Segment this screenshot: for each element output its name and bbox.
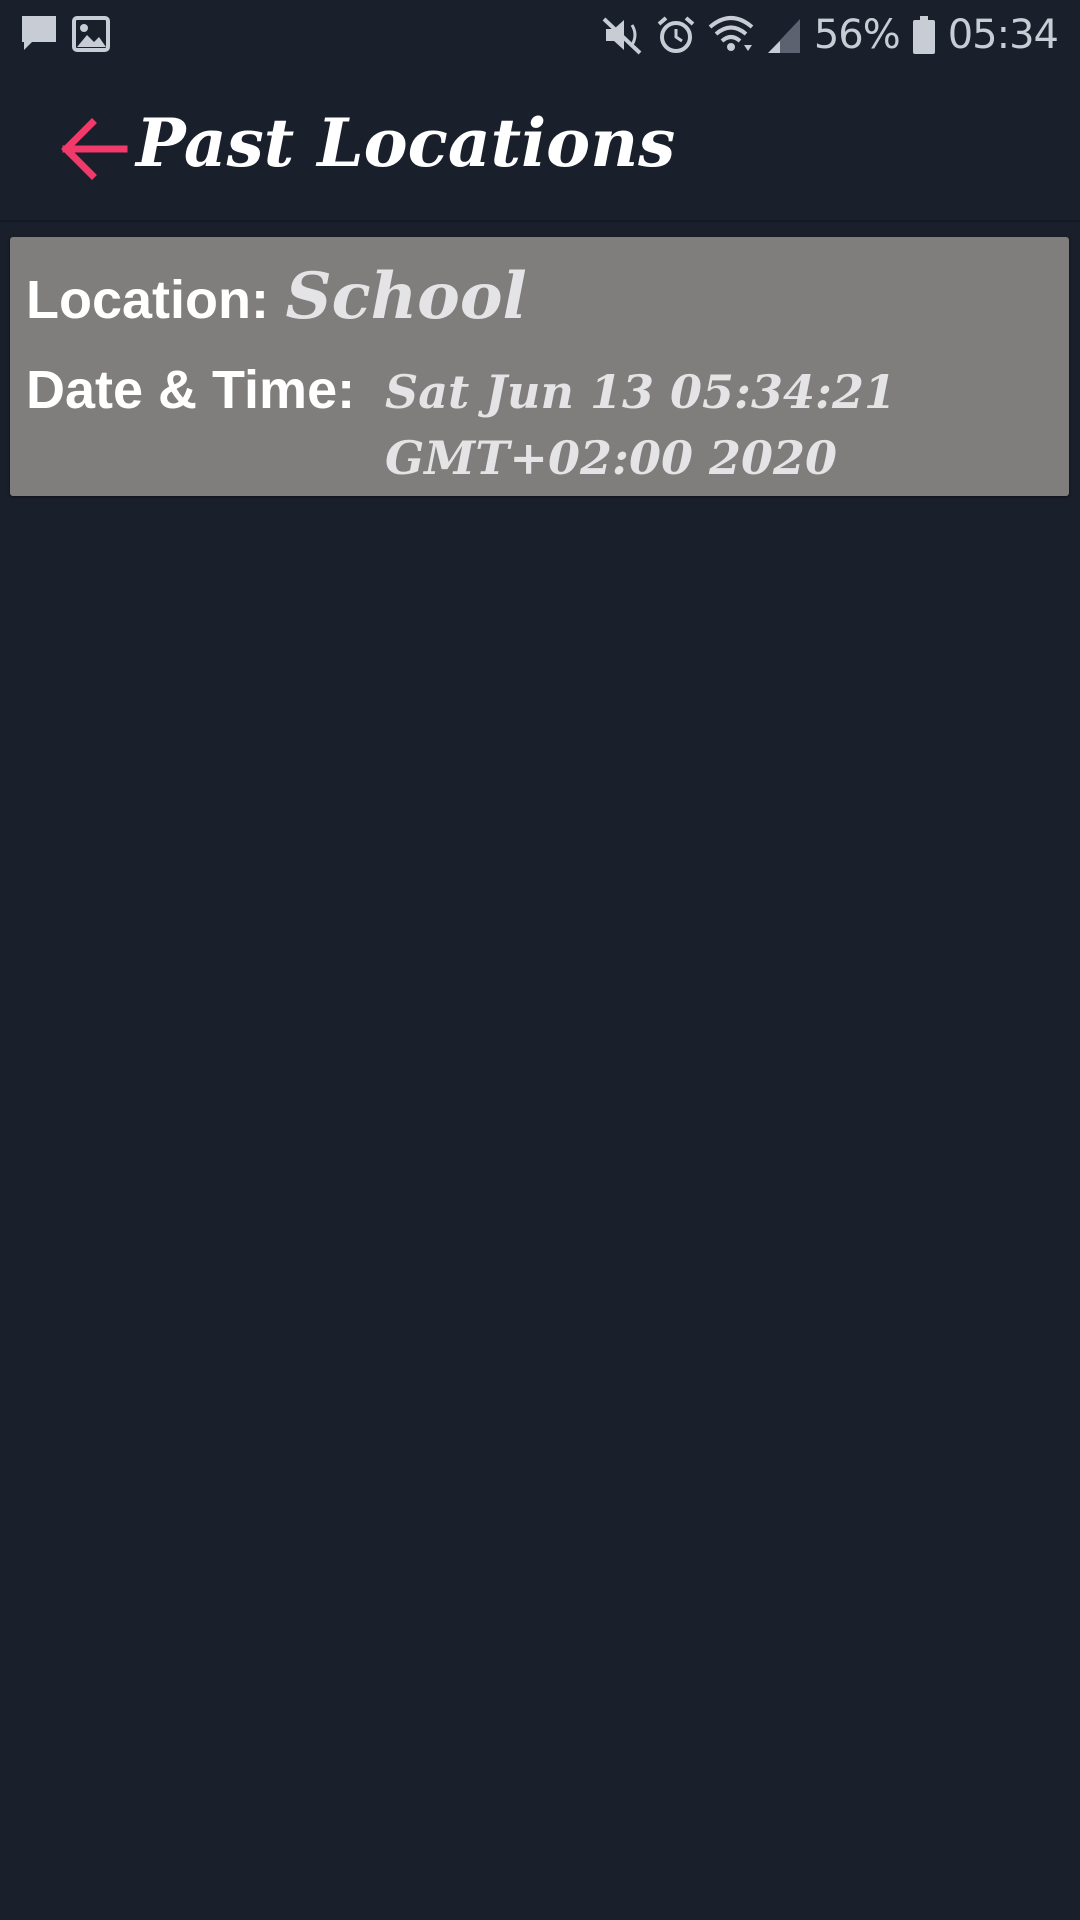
location-row: Location: School (26, 259, 527, 334)
status-right: 56% 05:34 (602, 12, 1059, 58)
datetime-row: Date & Time: (26, 359, 355, 421)
alarm-icon (656, 15, 696, 55)
location-label: Location: (26, 270, 269, 330)
gallery-icon (72, 16, 110, 52)
wifi-icon (708, 15, 754, 55)
datetime-label: Date & Time: (26, 360, 356, 420)
status-bar: 56% 05:34 (0, 0, 1080, 74)
arrow-left-icon (58, 114, 128, 184)
message-icon (20, 14, 58, 54)
screen: 56% 05:34 Past Locations Location: Schoo… (0, 0, 1080, 1920)
mute-icon (602, 15, 644, 55)
app-bar: Past Locations (0, 74, 1080, 222)
clock: 05:34 (947, 12, 1059, 58)
back-button[interactable] (58, 114, 128, 184)
datetime-value: Sat Jun 13 05:34:21 GMT+02:00 2020 (385, 365, 896, 485)
battery-percentage: 56% (813, 12, 901, 58)
location-card[interactable]: Location: School Date & Time: Sat Jun 13… (10, 237, 1069, 496)
status-left (20, 14, 110, 54)
battery-icon (912, 15, 936, 55)
location-value: School (285, 259, 527, 334)
page-title: Past Locations (136, 104, 676, 182)
signal-icon (766, 15, 802, 55)
